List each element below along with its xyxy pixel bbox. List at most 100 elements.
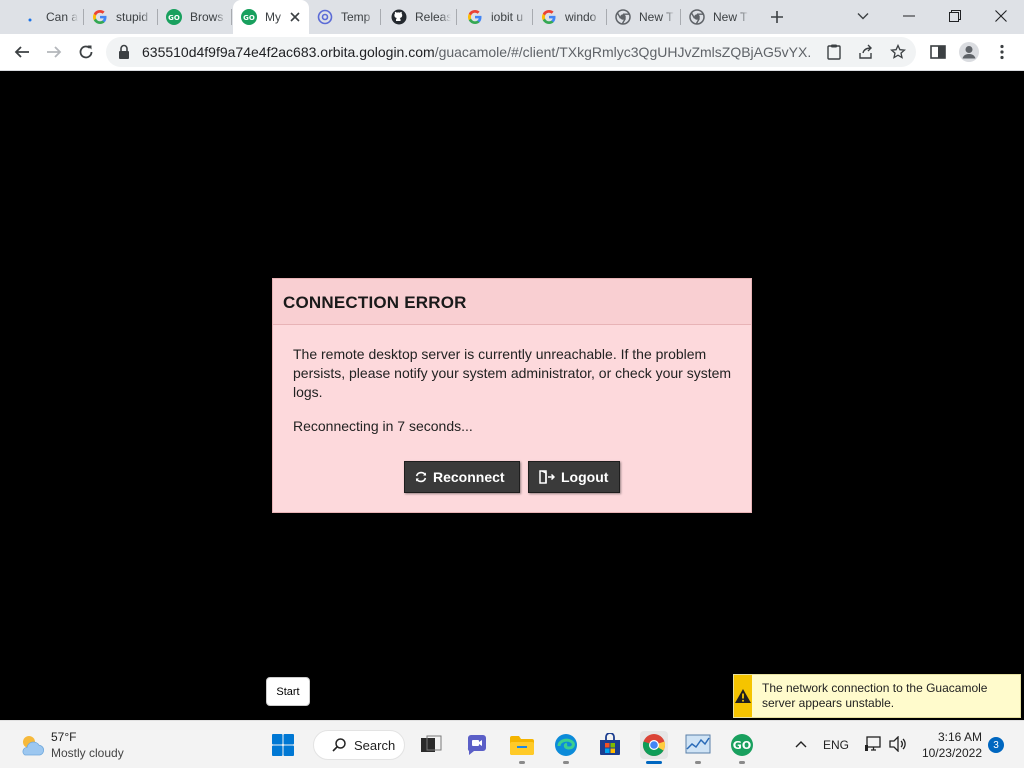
lock-icon[interactable] [118,44,130,63]
url-host: 635510d4f9f9a74e4f2ac683.orbita.gologin.… [142,44,435,60]
tab-separator [456,9,457,25]
restore-button[interactable] [932,0,978,32]
tab-10[interactable]: New T [681,0,755,34]
resource-monitor-button[interactable] [684,731,712,759]
tab-2[interactable]: stupid [84,0,158,34]
running-indicator [519,761,525,764]
logout-label: Logout [561,469,609,485]
tab-6[interactable]: Releas [383,0,457,34]
weather-description[interactable]: Mostly cloudy [51,746,124,760]
chrome-icon [689,9,705,25]
tab-1[interactable]: Can a [14,0,84,34]
tab-search-button[interactable] [840,0,886,32]
search-icon [332,738,346,752]
dialog-header: CONNECTION ERROR [273,279,751,325]
file-explorer-button[interactable] [508,731,536,759]
tab-4-active[interactable]: GO My [233,0,309,34]
store-button[interactable] [596,731,624,759]
tab-title: windo [565,10,597,24]
reload-icon [79,45,93,59]
minimize-button[interactable] [886,0,932,32]
partly-cloudy-icon[interactable] [18,733,46,760]
tab-title: stupid [116,10,149,24]
tab-title: New T [713,10,748,24]
dialog-body: The remote desktop server is currently u… [273,325,751,434]
gologin-taskbar-button[interactable]: GO [728,731,756,759]
reconnect-button[interactable]: Reconnect [404,461,520,493]
notification-message: The network connection to the Guacamole … [762,681,988,710]
taskbar: 57°F Mostly cloudy Search GO ENG 3:16 AM… [0,720,1024,768]
tab-9[interactable]: New T [607,0,681,34]
reload-button[interactable] [72,38,100,66]
new-tab-button[interactable] [766,7,788,27]
tab-title: Can a [46,10,78,24]
start-tooltip: Start [266,677,310,706]
avatar-icon [959,42,979,62]
task-view-button[interactable] [417,731,445,759]
chevron-down-icon [857,13,869,20]
tab-3[interactable]: GO Brows [158,0,232,34]
back-button[interactable] [8,38,36,66]
show-hidden-icons-button[interactable] [792,734,810,754]
weather-temperature[interactable]: 57°F [51,730,76,744]
profile-button[interactable] [955,38,983,66]
svg-text:GO: GO [733,739,751,752]
star-icon [890,44,906,59]
chrome-icon [642,734,666,756]
taskbar-search-box[interactable]: Search [313,730,405,760]
address-bar[interactable]: 635510d4f9f9a74e4f2ac683.orbita.gologin.… [106,37,916,67]
google-icon [92,9,108,25]
volume-button[interactable] [887,734,909,754]
tab-8[interactable]: windo [533,0,607,34]
edge-icon [555,734,577,756]
running-indicator [695,761,701,764]
system-clock[interactable]: 3:16 AM 10/23/2022 [920,729,982,761]
share-page-button[interactable] [820,38,848,66]
chrome-taskbar-button[interactable] [640,731,668,759]
side-panel-icon [930,45,946,59]
task-view-icon [421,735,442,752]
warning-icon [734,675,752,717]
start-button[interactable] [269,731,297,759]
bookmark-button[interactable] [884,38,912,66]
active-indicator [646,761,662,764]
notification-count-badge[interactable]: 3 [988,737,1004,753]
forward-button[interactable] [40,38,68,66]
tab-title: New T [639,10,674,24]
close-icon [995,10,1007,22]
clock-date: 10/23/2022 [921,746,982,760]
minimize-icon [903,15,915,17]
share-button[interactable] [852,38,880,66]
tab-5[interactable]: Temp [309,0,381,34]
kebab-menu-icon [1000,44,1004,60]
google-icon [467,9,483,25]
svg-text:GO: GO [168,14,180,22]
at-sign-icon [317,9,333,25]
close-tab-icon[interactable] [287,9,303,25]
close-window-button[interactable] [978,0,1024,32]
gologin-icon: GO [731,734,753,756]
store-icon [600,733,620,755]
plus-icon [771,11,783,23]
sign-out-icon [539,470,555,484]
tab-title: Releas [415,10,451,24]
share-icon [859,44,872,59]
side-panel-button[interactable] [924,38,952,66]
tab-strip: Can a stupid GO Brows GO My Temp Releas … [0,0,1024,34]
folder-icon [510,736,534,755]
speaker-icon [889,736,906,752]
edge-button[interactable] [552,731,580,759]
tab-title: iobit u [491,10,524,24]
tab-7[interactable]: iobit u [459,0,533,34]
dialog-message: The remote desktop server is currently u… [293,346,732,400]
clock-time: 3:16 AM [937,730,982,744]
menu-button[interactable] [988,38,1016,66]
input-language[interactable]: ENG [823,738,849,752]
chevron-up-icon [795,741,807,748]
logout-button[interactable]: Logout [528,461,620,493]
loading-dot-icon [22,9,38,25]
teams-chat-button[interactable] [463,731,491,759]
network-status-button[interactable] [862,734,884,754]
url-text[interactable]: 635510d4f9f9a74e4f2ac683.orbita.gologin.… [142,44,812,60]
github-icon [391,9,407,25]
